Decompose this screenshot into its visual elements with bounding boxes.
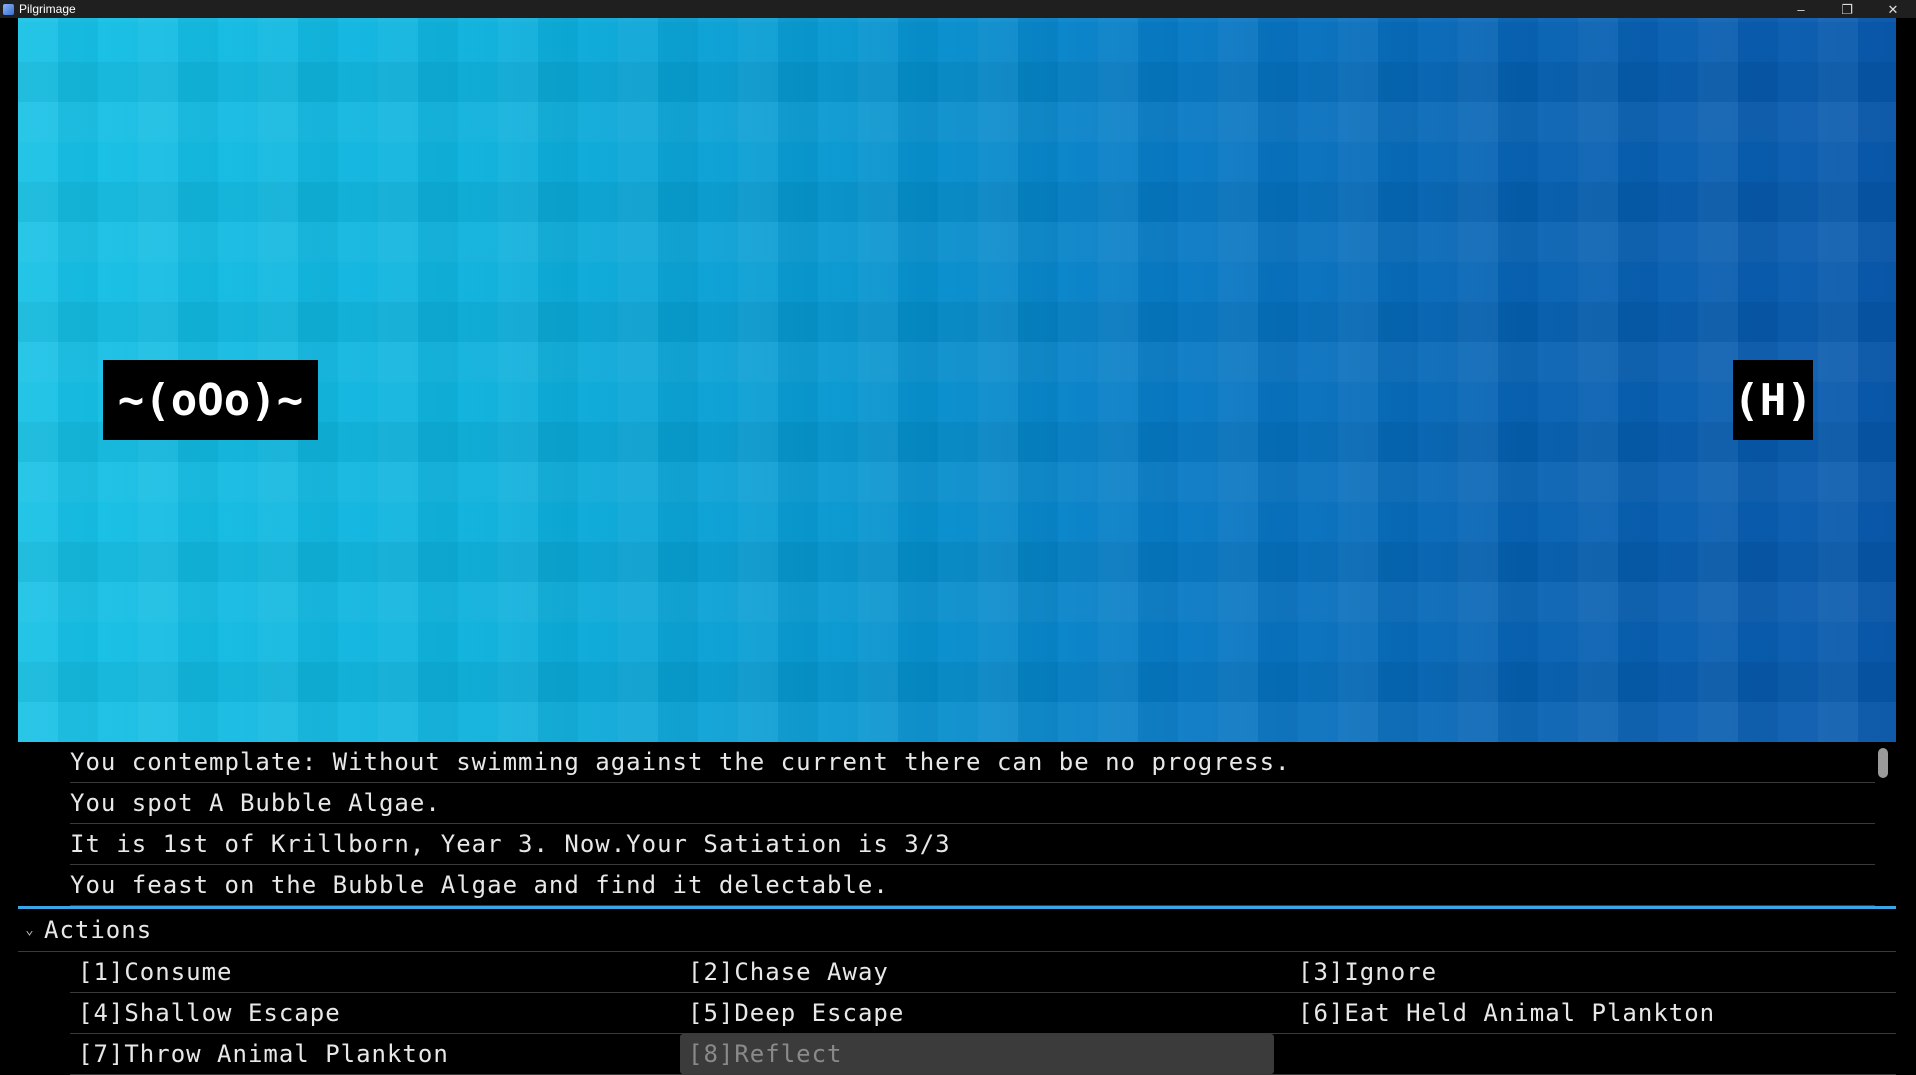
game-scene: ~(oOo)~ (H) [18, 18, 1896, 742]
window-title: Pilgrimage [19, 2, 76, 16]
action-consume-button[interactable]: [1]Consume [70, 952, 664, 992]
window-controls: – ❐ ✕ [1778, 0, 1916, 18]
actions-title: Actions [44, 916, 153, 944]
action-shallow-escape-button[interactable]: [4]Shallow Escape [70, 993, 664, 1033]
actions-header[interactable]: ⌄ Actions [18, 909, 1896, 952]
action-chase-away-button[interactable]: [2]Chase Away [680, 952, 1274, 992]
log-scrollbar[interactable] [1878, 748, 1888, 898]
log-line: It is 1st of Krillborn, Year 3. Now.Your… [70, 824, 1875, 865]
window-titlebar: Pilgrimage – ❐ ✕ [0, 0, 1916, 18]
chevron-down-icon[interactable]: ⌄ [24, 922, 36, 938]
log-scroll-thumb[interactable] [1878, 748, 1888, 778]
app-icon [3, 3, 14, 15]
restore-icon[interactable]: ❐ [1824, 0, 1870, 18]
action-row: [4]Shallow Escape [5]Deep Escape [6]Eat … [70, 993, 1896, 1034]
close-icon[interactable]: ✕ [1870, 0, 1916, 18]
action-eat-plankton-button[interactable]: [6]Eat Held Animal Plankton [1290, 993, 1884, 1033]
actions-panel: ⌄ Actions [1]Consume [2]Chase Away [3]Ig… [18, 909, 1896, 1075]
message-log: You contemplate: Without swimming agains… [18, 742, 1896, 906]
action-row: [7]Throw Animal Plankton [8]Reflect [70, 1034, 1896, 1075]
player-sprite: ~(oOo)~ [103, 360, 318, 440]
action-throw-plankton-button[interactable]: [7]Throw Animal Plankton [70, 1034, 664, 1074]
action-reflect-button[interactable]: [8]Reflect [680, 1034, 1274, 1074]
creature-sprite: (H) [1733, 360, 1813, 440]
action-deep-escape-button[interactable]: [5]Deep Escape [680, 993, 1274, 1033]
log-line: You feast on the Bubble Algae and find i… [70, 865, 1875, 906]
action-row: [1]Consume [2]Chase Away [3]Ignore [70, 952, 1896, 993]
action-ignore-button[interactable]: [3]Ignore [1290, 952, 1884, 992]
minimize-icon[interactable]: – [1778, 0, 1824, 18]
log-line: You contemplate: Without swimming agains… [70, 742, 1875, 783]
log-line: You spot A Bubble Algae. [70, 783, 1875, 824]
